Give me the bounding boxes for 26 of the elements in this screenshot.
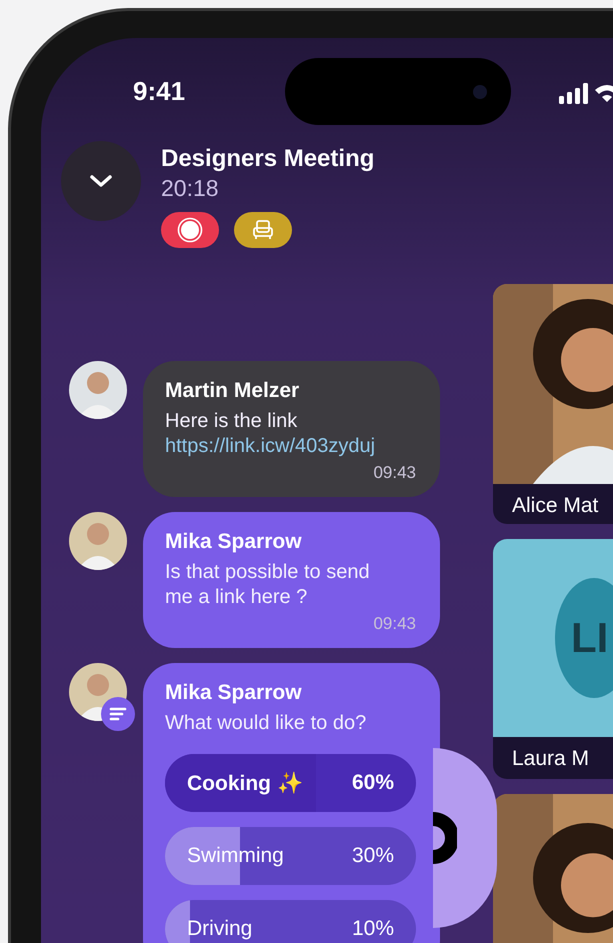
armchair-icon — [252, 219, 274, 241]
sender-name: Mika Sparrow — [165, 681, 303, 705]
record-button[interactable] — [161, 212, 219, 248]
signal-icon — [559, 82, 613, 104]
seat-button[interactable] — [234, 212, 292, 248]
video-tile[interactable]: Alice Mat — [493, 284, 613, 524]
message-text: Here is the link — [165, 409, 298, 434]
sender-name: Martin Melzer — [165, 379, 300, 403]
message-text: Is that possible to send me a link here ? — [165, 560, 371, 610]
chevron-down-icon — [89, 174, 113, 188]
message-time: 09:43 — [373, 463, 416, 483]
message-link[interactable]: https://link.icw/403zyduj — [165, 434, 416, 459]
poll-icon — [101, 697, 135, 731]
sender-name: Mika Sparrow — [165, 530, 303, 554]
initials-avatar: LI — [555, 578, 613, 698]
poll-option[interactable]: Cooking ✨ 60% — [165, 754, 416, 812]
message-time: 09:43 — [373, 614, 416, 634]
participant-name: Alice Mat — [511, 493, 600, 518]
meeting-title: Designers Meeting — [161, 145, 374, 173]
poll-option[interactable]: Driving 10% — [165, 900, 416, 943]
video-tile[interactable]: LI Laura M — [493, 539, 613, 779]
record-icon — [177, 217, 203, 243]
message-text: What would like to do? — [165, 711, 368, 736]
clock: 9:41 — [133, 76, 186, 107]
participant-name: Laura M — [511, 746, 590, 771]
meeting-duration: 20:18 — [161, 175, 220, 202]
